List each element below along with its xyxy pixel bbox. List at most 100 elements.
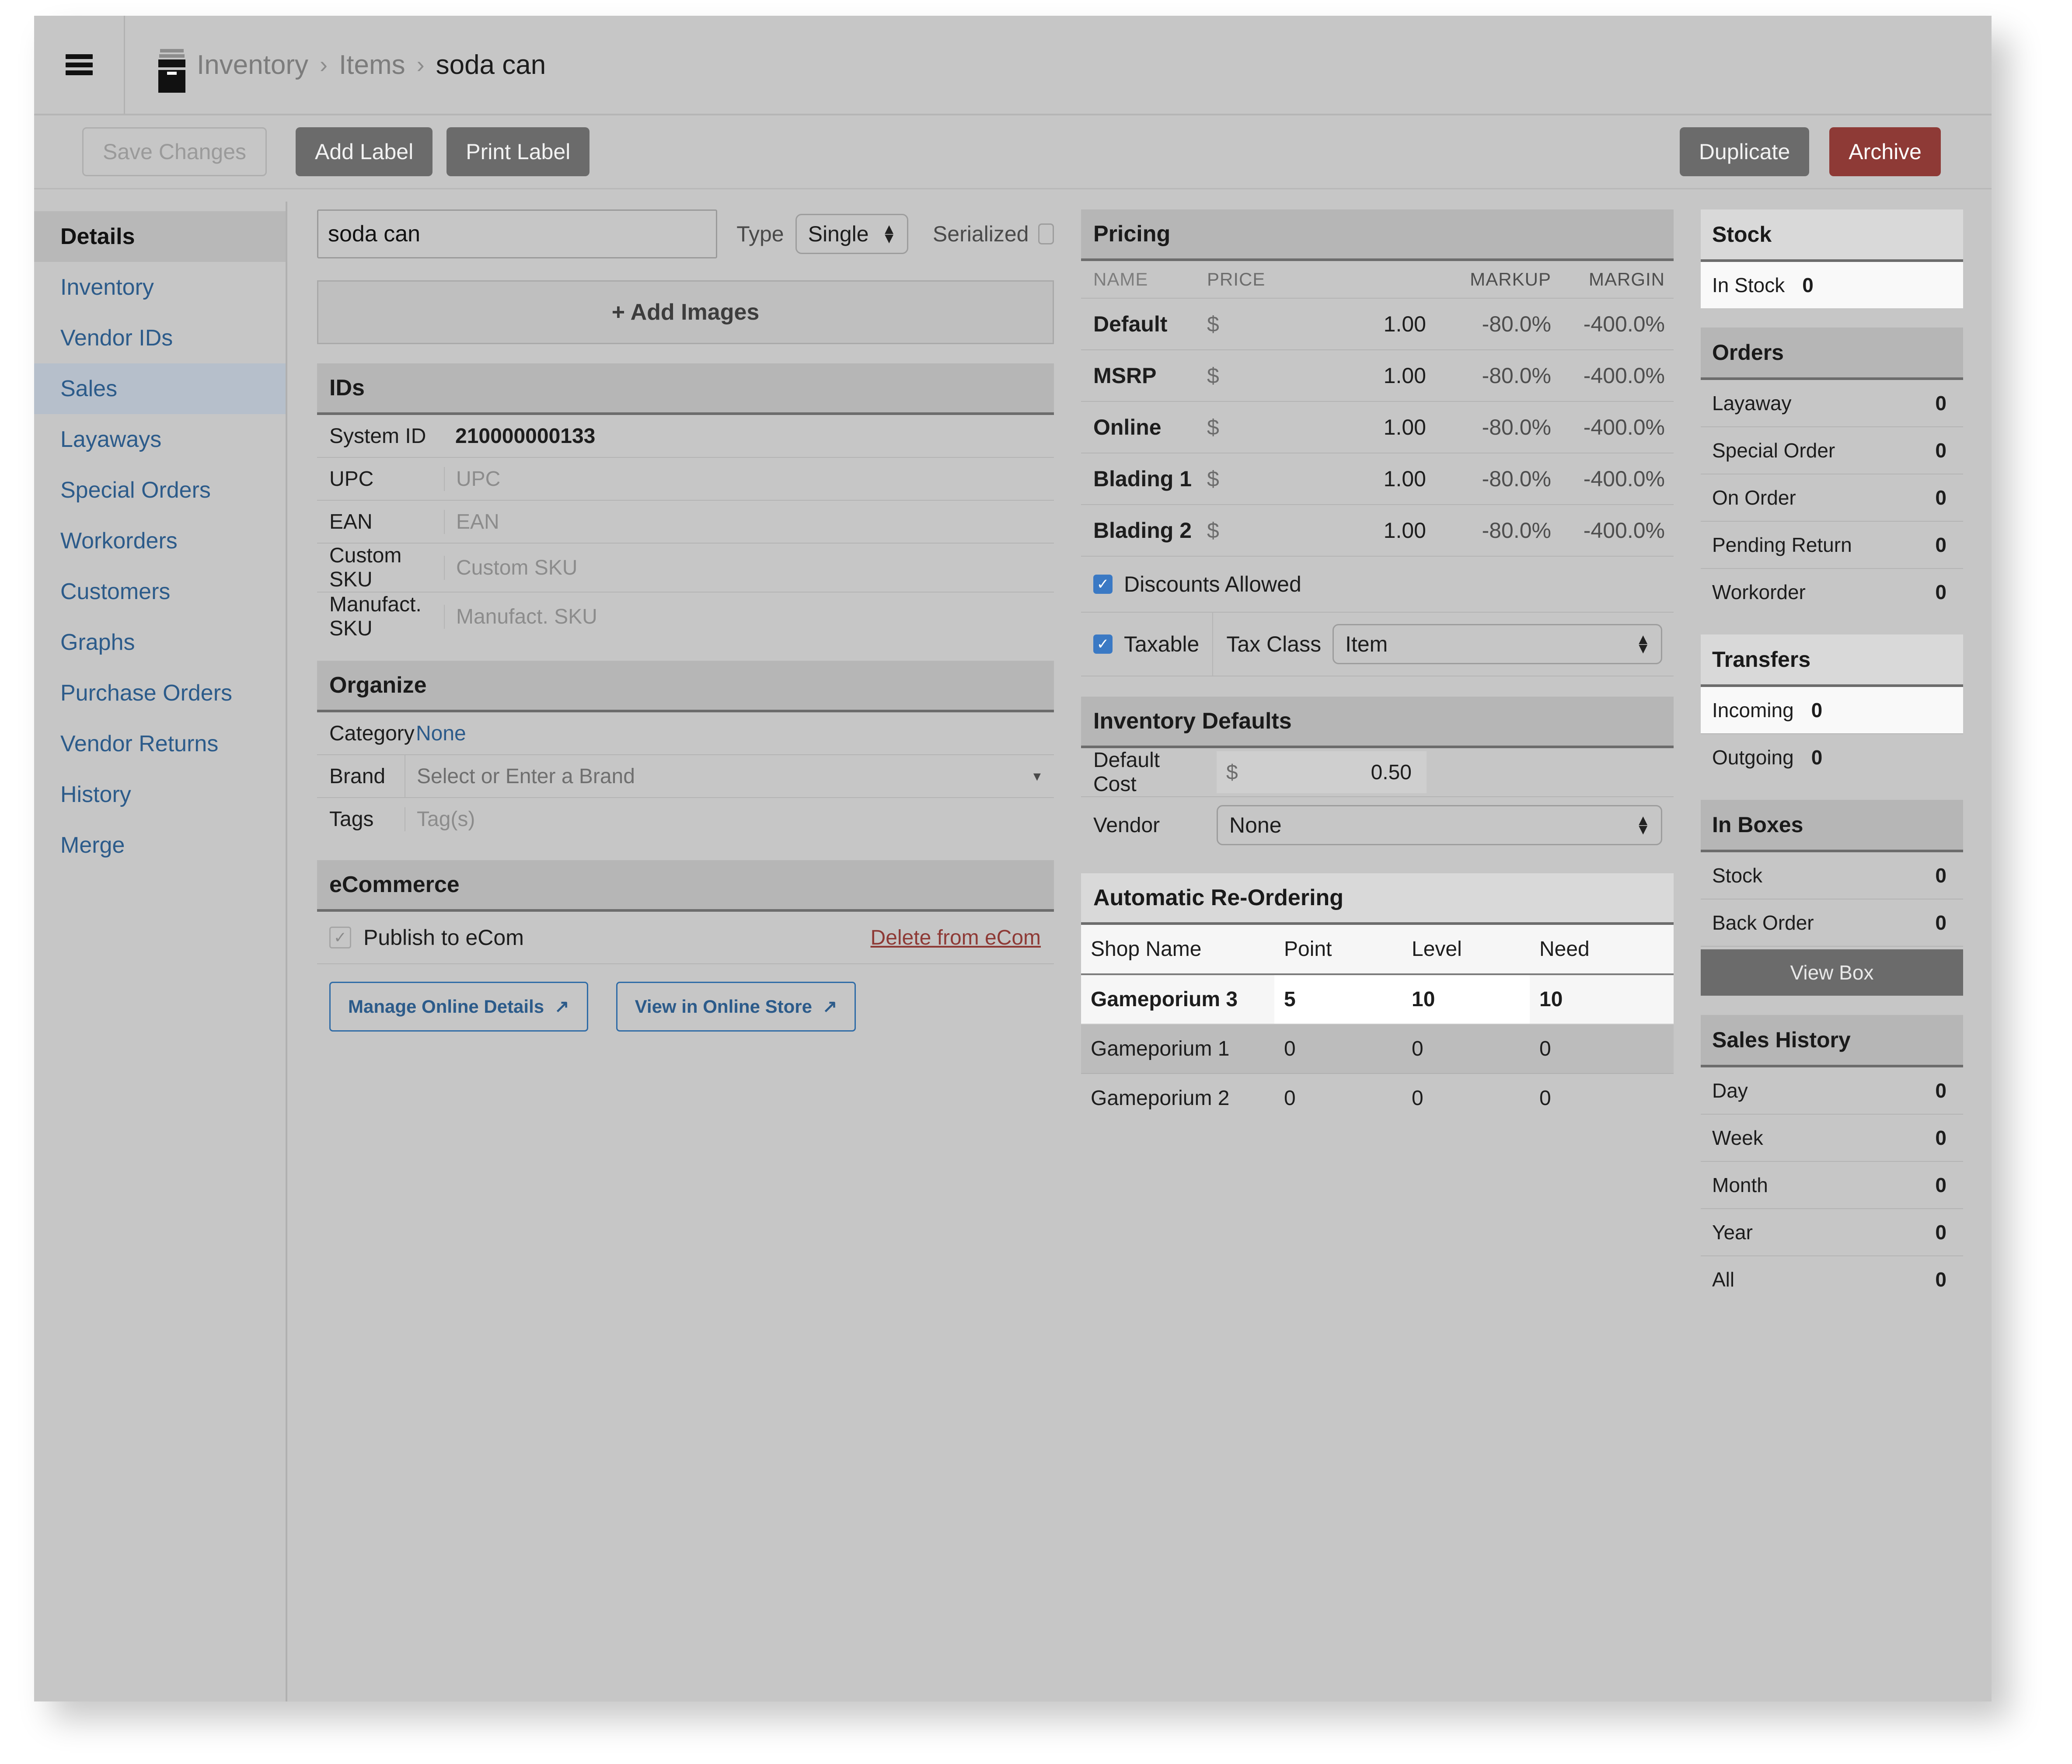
- default-cost-input[interactable]: $ 0.50: [1217, 751, 1427, 793]
- view-in-online-store-button[interactable]: View in Online Store ↗︎: [616, 982, 856, 1032]
- delete-from-ecom-link[interactable]: Delete from eCom: [871, 926, 1041, 950]
- organize-row-tags: Tags Tag(s): [317, 798, 1054, 840]
- ids-label: Manufact. SKU: [317, 593, 444, 641]
- sales-history-label: Day: [1712, 1079, 1748, 1102]
- sidebar-item-special-orders[interactable]: Special Orders: [34, 465, 286, 516]
- taxable-group: ✓ Taxable: [1081, 613, 1213, 676]
- pricing-panel-title: Pricing: [1081, 209, 1674, 261]
- sales-history-panel: Sales History Day 0 Week 0 Month 0 Year: [1701, 1015, 1963, 1303]
- sidebar-item-merge[interactable]: Merge: [34, 820, 286, 871]
- price-markup: -80.0%: [1442, 415, 1551, 440]
- reordering-level-input[interactable]: 10: [1402, 975, 1530, 1024]
- price-input[interactable]: 1.00: [1255, 466, 1442, 492]
- page-body: Details Inventory Vendor IDs Sales Layaw…: [34, 189, 1992, 1701]
- view-box-button[interactable]: View Box: [1701, 949, 1963, 996]
- sidebar-item-sales[interactable]: Sales: [34, 363, 286, 414]
- discounts-allowed-checkbox[interactable]: ✓: [1093, 575, 1113, 594]
- price-markup: -80.0%: [1442, 466, 1551, 492]
- menu-button[interactable]: [34, 16, 125, 114]
- price-name: Default: [1081, 311, 1207, 337]
- taxable-checkbox[interactable]: ✓: [1093, 634, 1113, 654]
- breadcrumb-item-items[interactable]: Items: [339, 49, 405, 80]
- sidebar-item-customers[interactable]: Customers: [34, 566, 286, 617]
- stepper-arrows-icon: ▲▼: [1636, 816, 1650, 834]
- price-name: Blading 2: [1081, 518, 1207, 543]
- duplicate-button[interactable]: Duplicate: [1680, 127, 1809, 176]
- print-label-button[interactable]: Print Label: [446, 127, 590, 176]
- ecommerce-panel: eCommerce ✓ Publish to eCom Delete from …: [317, 860, 1054, 1049]
- sidebar-item-graphs[interactable]: Graphs: [34, 617, 286, 668]
- reordering-point-input[interactable]: 0: [1274, 1025, 1402, 1073]
- sidebar-item-workorders[interactable]: Workorders: [34, 516, 286, 566]
- default-cost-row: Default Cost $ 0.50: [1081, 748, 1674, 797]
- sidebar-item-vendor-ids[interactable]: Vendor IDs: [34, 313, 286, 363]
- add-images-button[interactable]: + Add Images: [317, 280, 1054, 344]
- sales-history-value: 0: [1935, 1220, 1946, 1244]
- price-currency: $: [1207, 363, 1255, 388]
- pricing-row: Blading 2 $ 1.00 -80.0% -400.0%: [1081, 505, 1674, 557]
- sidebar-item-history[interactable]: History: [34, 769, 286, 820]
- price-input[interactable]: 1.00: [1255, 518, 1442, 543]
- in-boxes-value: 0: [1935, 911, 1946, 934]
- reordering-shop-name: Gameporium 1: [1081, 1025, 1274, 1073]
- publish-to-ecom-checkbox[interactable]: ✓: [329, 927, 351, 948]
- reordering-level-input[interactable]: 0: [1402, 1074, 1530, 1123]
- vendor-value: None: [1229, 812, 1282, 838]
- custom-sku-input[interactable]: Custom SKU: [444, 556, 1054, 580]
- sidebar-item-purchase-orders[interactable]: Purchase Orders: [34, 668, 286, 718]
- price-markup: -80.0%: [1442, 363, 1551, 388]
- category-value[interactable]: None: [405, 722, 1054, 746]
- price-markup: -80.0%: [1442, 518, 1551, 543]
- default-cost-currency: $: [1217, 760, 1266, 784]
- add-label-button[interactable]: Add Label: [296, 127, 433, 176]
- automatic-reordering-panel: Automatic Re-Ordering Shop Name Point Le…: [1081, 873, 1674, 1123]
- discounts-allowed-row: ✓ Discounts Allowed: [1081, 557, 1674, 613]
- pricing-row: Online $ 1.00 -80.0% -400.0%: [1081, 402, 1674, 453]
- archive-button[interactable]: Archive: [1829, 127, 1941, 176]
- tags-input[interactable]: Tag(s): [405, 807, 1054, 831]
- sales-history-label: Year: [1712, 1220, 1753, 1244]
- save-changes-button[interactable]: Save Changes: [82, 127, 267, 176]
- orders-row-pending-return: Pending Return 0: [1701, 522, 1963, 569]
- orders-row-layaway: Layaway 0: [1701, 380, 1963, 427]
- serialized-checkbox[interactable]: [1038, 223, 1054, 244]
- sales-history-value: 0: [1935, 1173, 1946, 1197]
- sidebar-item-inventory[interactable]: Inventory: [34, 262, 286, 313]
- transfers-panel: Transfers Incoming 0 Outgoing 0: [1701, 634, 1963, 781]
- item-name-input[interactable]: [317, 209, 717, 258]
- sidebar-item-vendor-returns[interactable]: Vendor Returns: [34, 718, 286, 769]
- system-id-value: 210000000133: [444, 424, 1054, 448]
- details-column: Type Single ▲▼ Serialized + Add Images I…: [317, 209, 1054, 1701]
- breadcrumb-separator: ›: [417, 51, 425, 78]
- price-input[interactable]: 1.00: [1255, 311, 1442, 337]
- sales-history-row-week: Week 0: [1701, 1115, 1963, 1162]
- stock-panel: Stock In Stock 0: [1701, 209, 1963, 308]
- reordering-level-input[interactable]: 0: [1402, 1025, 1530, 1073]
- tax-class-select[interactable]: Item ▲▼: [1332, 624, 1662, 664]
- sales-history-title: Sales History: [1701, 1015, 1963, 1067]
- organize-panel: Organize Category None Brand Select or E…: [317, 661, 1054, 840]
- tags-label: Tags: [317, 807, 405, 831]
- type-select[interactable]: Single ▲▼: [795, 214, 908, 254]
- ecommerce-panel-title: eCommerce: [317, 860, 1054, 912]
- ean-input[interactable]: EAN: [444, 510, 1054, 534]
- orders-row-on-order: On Order 0: [1701, 474, 1963, 522]
- vendor-select[interactable]: None ▲▼: [1217, 805, 1662, 845]
- reordering-col-shop: Shop Name: [1081, 925, 1274, 973]
- manage-online-details-button[interactable]: Manage Online Details ↗︎: [329, 982, 588, 1032]
- upc-input[interactable]: UPC: [444, 467, 1054, 491]
- sidebar-item-layaways[interactable]: Layaways: [34, 414, 286, 465]
- reordering-point-input[interactable]: 5: [1274, 975, 1402, 1024]
- reordering-point-input[interactable]: 0: [1274, 1074, 1402, 1123]
- brand-select[interactable]: Select or Enter a Brand ▾: [405, 755, 1054, 797]
- stock-label: In Stock: [1712, 273, 1785, 297]
- price-input[interactable]: 1.00: [1255, 415, 1442, 440]
- manufact-sku-input[interactable]: Manufact. SKU: [444, 605, 1054, 629]
- ecommerce-buttons: Manage Online Details ↗︎ View in Online …: [317, 964, 1054, 1049]
- breadcrumb-item-inventory[interactable]: Inventory: [197, 49, 308, 80]
- publish-row: ✓ Publish to eCom Delete from eCom: [317, 912, 1054, 964]
- in-boxes-label: Back Order: [1712, 911, 1814, 934]
- price-input[interactable]: 1.00: [1255, 363, 1442, 388]
- orders-label: Workorder: [1712, 580, 1806, 604]
- orders-label: Pending Return: [1712, 533, 1852, 557]
